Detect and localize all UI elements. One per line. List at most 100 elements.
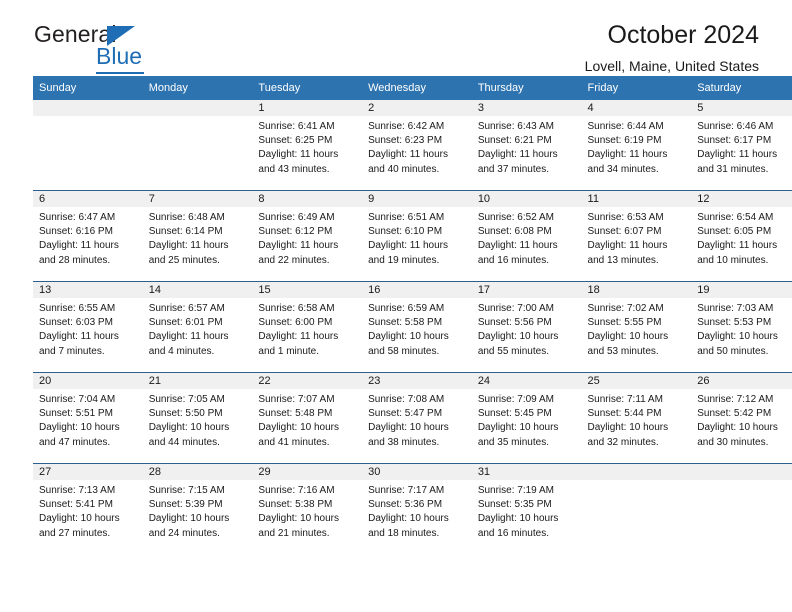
- week-row: 6 Sunrise: 6:47 AM Sunset: 6:16 PM Dayli…: [33, 190, 792, 282]
- weekday-header-row: Sunday Monday Tuesday Wednesday Thursday…: [33, 76, 792, 100]
- daylight-text-line1: Daylight: 11 hours: [148, 331, 229, 343]
- day-number: 11: [581, 191, 692, 207]
- day-cell[interactable]: 2 Sunrise: 6:42 AM Sunset: 6:23 PM Dayli…: [362, 100, 472, 191]
- day-number: 24: [471, 373, 582, 389]
- day-cell[interactable]: 16 Sunrise: 6:59 AM Sunset: 5:58 PM Dayl…: [362, 281, 472, 373]
- sunset-text: Sunset: 6:03 PM: [39, 317, 113, 329]
- day-cell[interactable]: 3 Sunrise: 6:43 AM Sunset: 6:21 PM Dayli…: [471, 100, 582, 191]
- day-cell[interactable]: 15 Sunrise: 6:58 AM Sunset: 6:00 PM Dayl…: [252, 281, 363, 373]
- daylight-text-line1: Daylight: 11 hours: [258, 331, 339, 343]
- sunset-text: Sunset: 5:45 PM: [477, 408, 552, 420]
- day-cell[interactable]: 25 Sunrise: 7:11 AM Sunset: 5:44 PM Dayl…: [581, 372, 692, 464]
- day-cell[interactable]: 30 Sunrise: 7:17 AM Sunset: 5:36 PM Dayl…: [362, 463, 472, 554]
- sunrise-text: Sunrise: 6:59 AM: [368, 303, 445, 314]
- day-cell[interactable]: 12 Sunrise: 6:54 AM Sunset: 6:05 PM Dayl…: [691, 190, 792, 282]
- day-cell[interactable]: [691, 463, 792, 554]
- weekday-monday: Monday: [148, 82, 188, 94]
- daylight-text-line2: and 27 minutes.: [39, 527, 111, 539]
- day-cell[interactable]: [581, 463, 692, 554]
- daylight-text-line1: Daylight: 10 hours: [39, 513, 120, 525]
- sunset-text: Sunset: 6:08 PM: [477, 226, 552, 238]
- day-cell[interactable]: 11 Sunrise: 6:53 AM Sunset: 6:07 PM Dayl…: [581, 190, 692, 282]
- daylight-text-line2: and 7 minutes.: [39, 345, 105, 357]
- daylight-text-line1: Daylight: 10 hours: [587, 331, 669, 343]
- sunset-text: Sunset: 5:47 PM: [368, 408, 443, 420]
- day-cell[interactable]: 7 Sunrise: 6:48 AM Sunset: 6:14 PM Dayli…: [142, 190, 253, 282]
- day-cell[interactable]: 26 Sunrise: 7:12 AM Sunset: 5:42 PM Dayl…: [691, 372, 792, 464]
- daylight-text-line1: Daylight: 11 hours: [477, 240, 558, 252]
- day-cell[interactable]: [142, 100, 253, 191]
- day-cell[interactable]: 24 Sunrise: 7:09 AM Sunset: 5:45 PM Dayl…: [471, 372, 582, 464]
- sunset-text: Sunset: 6:14 PM: [148, 226, 223, 238]
- week-row: 27 Sunrise: 7:13 AM Sunset: 5:41 PM Dayl…: [33, 463, 792, 554]
- day-cell[interactable]: 4 Sunrise: 6:44 AM Sunset: 6:19 PM Dayli…: [581, 100, 692, 191]
- daylight-text-line2: and 53 minutes.: [587, 345, 659, 357]
- sunrise-text: Sunrise: 7:19 AM: [477, 485, 554, 496]
- sunrise-text: Sunrise: 6:55 AM: [39, 303, 116, 314]
- day-cell[interactable]: 9 Sunrise: 6:51 AM Sunset: 6:10 PM Dayli…: [362, 190, 472, 282]
- sunset-text: Sunset: 5:35 PM: [477, 499, 552, 511]
- sunrise-text: Sunrise: 6:42 AM: [368, 121, 445, 132]
- day-cell[interactable]: 5 Sunrise: 6:46 AM Sunset: 6:17 PM Dayli…: [691, 100, 792, 191]
- day-cell[interactable]: 1 Sunrise: 6:41 AM Sunset: 6:25 PM Dayli…: [252, 100, 363, 191]
- daylight-text-line1: Daylight: 11 hours: [697, 149, 778, 161]
- day-number: 10: [471, 191, 582, 207]
- day-number: 1: [252, 100, 363, 116]
- day-cell[interactable]: 8 Sunrise: 6:49 AM Sunset: 6:12 PM Dayli…: [252, 190, 363, 282]
- day-cell[interactable]: 18 Sunrise: 7:02 AM Sunset: 5:55 PM Dayl…: [581, 281, 692, 373]
- day-number: 12: [691, 191, 792, 207]
- day-cell[interactable]: 20 Sunrise: 7:04 AM Sunset: 5:51 PM Dayl…: [33, 372, 143, 464]
- day-cell[interactable]: 31 Sunrise: 7:19 AM Sunset: 5:35 PM Dayl…: [471, 463, 582, 554]
- day-number: 23: [362, 373, 472, 389]
- sunrise-text: Sunrise: 7:12 AM: [697, 394, 774, 405]
- sunset-text: Sunset: 6:12 PM: [258, 226, 333, 238]
- daylight-text-line1: Daylight: 10 hours: [697, 331, 778, 343]
- daylight-text-line2: and 44 minutes.: [148, 436, 220, 448]
- day-number: 6: [33, 191, 143, 207]
- day-cell[interactable]: [33, 100, 143, 191]
- weekday-tuesday: Tuesday: [258, 82, 301, 94]
- daylight-text-line1: Daylight: 10 hours: [368, 513, 449, 525]
- daylight-text-line1: Daylight: 11 hours: [148, 240, 229, 252]
- daylight-text-line2: and 43 minutes.: [258, 163, 330, 175]
- daylight-text-line1: Daylight: 11 hours: [477, 149, 558, 161]
- day-number: 4: [581, 100, 692, 116]
- sunset-text: Sunset: 6:17 PM: [697, 135, 772, 147]
- day-cell[interactable]: 17 Sunrise: 7:00 AM Sunset: 5:56 PM Dayl…: [471, 281, 582, 373]
- page-header: General Blue October 2024 Lovell, Maine,…: [33, 0, 759, 76]
- sunset-text: Sunset: 5:44 PM: [587, 408, 662, 420]
- sunrise-text: Sunrise: 7:03 AM: [697, 303, 774, 314]
- daylight-text-line1: Daylight: 11 hours: [587, 149, 668, 161]
- sunset-text: Sunset: 6:23 PM: [368, 135, 443, 147]
- daylight-text-line2: and 40 minutes.: [368, 163, 440, 175]
- day-cell[interactable]: 14 Sunrise: 6:57 AM Sunset: 6:01 PM Dayl…: [142, 281, 253, 373]
- daylight-text-line2: and 22 minutes.: [258, 254, 330, 266]
- day-number: [142, 100, 253, 116]
- weekday-wednesday: Wednesday: [368, 82, 426, 94]
- day-number: 25: [581, 373, 692, 389]
- sunset-text: Sunset: 5:39 PM: [148, 499, 223, 511]
- day-cell[interactable]: 10 Sunrise: 6:52 AM Sunset: 6:08 PM Dayl…: [471, 190, 582, 282]
- sunset-text: Sunset: 5:55 PM: [587, 317, 662, 329]
- day-cell[interactable]: 22 Sunrise: 7:07 AM Sunset: 5:48 PM Dayl…: [252, 372, 363, 464]
- sunrise-text: Sunrise: 7:08 AM: [368, 394, 445, 405]
- day-cell[interactable]: 19 Sunrise: 7:03 AM Sunset: 5:53 PM Dayl…: [691, 281, 792, 373]
- sunset-text: Sunset: 5:38 PM: [258, 499, 333, 511]
- day-cell[interactable]: 23 Sunrise: 7:08 AM Sunset: 5:47 PM Dayl…: [362, 372, 472, 464]
- daylight-text-line1: Daylight: 10 hours: [368, 331, 449, 343]
- daylight-text-line2: and 28 minutes.: [39, 254, 111, 266]
- sunrise-text: Sunrise: 6:41 AM: [258, 121, 335, 132]
- daylight-text-line1: Daylight: 10 hours: [477, 331, 559, 343]
- day-number: 7: [142, 191, 253, 207]
- day-cell[interactable]: 29 Sunrise: 7:16 AM Sunset: 5:38 PM Dayl…: [252, 463, 363, 554]
- day-cell[interactable]: 28 Sunrise: 7:15 AM Sunset: 5:39 PM Dayl…: [142, 463, 253, 554]
- day-cell[interactable]: 21 Sunrise: 7:05 AM Sunset: 5:50 PM Dayl…: [142, 372, 253, 464]
- day-cell[interactable]: 27 Sunrise: 7:13 AM Sunset: 5:41 PM Dayl…: [33, 463, 143, 554]
- day-number: 31: [471, 464, 582, 480]
- daylight-text-line1: Daylight: 10 hours: [477, 422, 559, 434]
- sunrise-text: Sunrise: 7:13 AM: [39, 485, 116, 496]
- day-cell[interactable]: 13 Sunrise: 6:55 AM Sunset: 6:03 PM Dayl…: [33, 281, 143, 373]
- sunrise-text: Sunrise: 7:09 AM: [477, 394, 554, 405]
- daylight-text-line1: Daylight: 10 hours: [477, 513, 559, 525]
- day-cell[interactable]: 6 Sunrise: 6:47 AM Sunset: 6:16 PM Dayli…: [33, 190, 143, 282]
